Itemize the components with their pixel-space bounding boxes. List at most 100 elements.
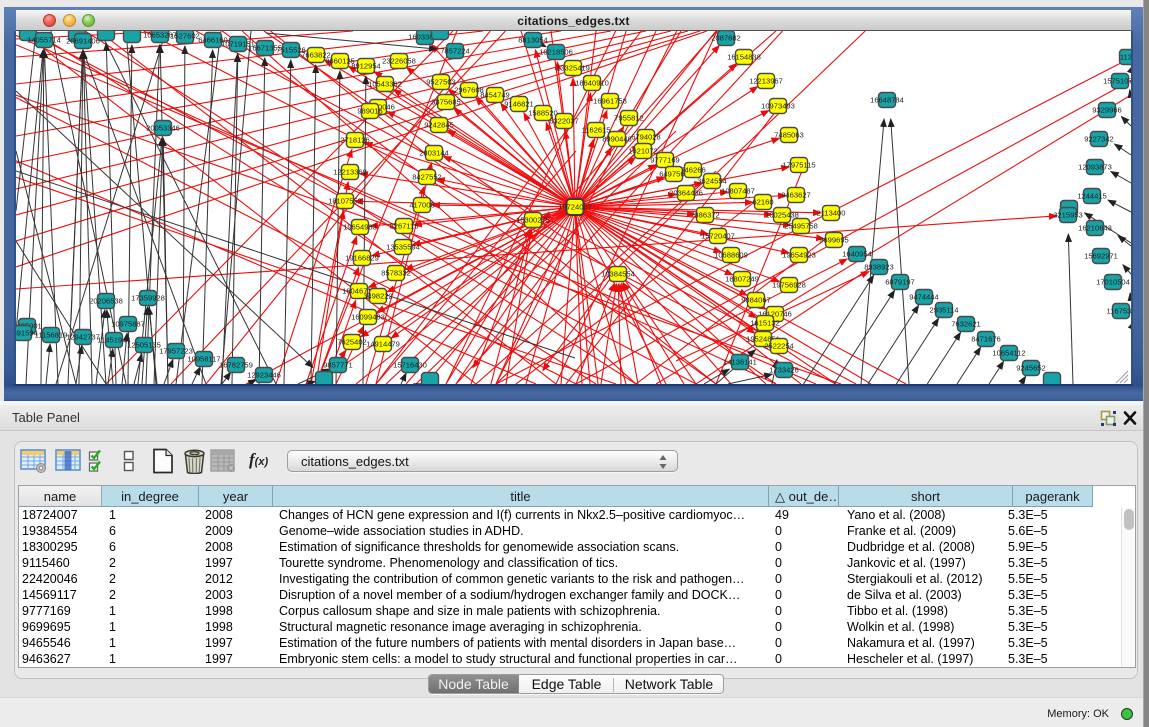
svg-text:9777169: 9777169 (650, 156, 680, 165)
svg-text:1132: 1132 (1120, 53, 1131, 62)
svg-text:9463627: 9463627 (781, 191, 811, 200)
svg-text:1527602: 1527602 (170, 32, 200, 41)
svg-text:17010504: 17010504 (1096, 278, 1130, 287)
svg-text:10654112: 10654112 (992, 349, 1025, 358)
svg-text:15692971: 15692971 (1084, 252, 1118, 261)
svg-text:1244415: 1244415 (1077, 192, 1107, 201)
svg-text:11156819: 11156819 (35, 331, 68, 340)
svg-text:417006: 417006 (409, 201, 434, 210)
svg-text:16961758: 16961758 (593, 97, 627, 106)
svg-text:16648784: 16648784 (870, 96, 904, 105)
svg-text:16154838: 16154838 (727, 53, 761, 62)
svg-text:8578332: 8578332 (381, 269, 411, 278)
svg-text:3498222: 3498222 (363, 292, 393, 301)
svg-text:14914479: 14914479 (366, 340, 400, 349)
svg-text:9242845: 9242845 (424, 121, 454, 130)
svg-text:9474444: 9474444 (909, 293, 939, 302)
svg-text:13535594: 13535594 (386, 243, 420, 252)
svg-text:8454749: 8454749 (480, 91, 510, 100)
svg-text:746266: 746266 (680, 166, 705, 175)
svg-text:9146821: 9146821 (504, 100, 534, 109)
svg-text:1162615: 1162615 (582, 126, 611, 135)
svg-text:6879197: 6879197 (885, 278, 915, 287)
svg-text:18724007: 18724007 (558, 203, 592, 212)
svg-text:10543362: 10543362 (368, 80, 402, 89)
svg-text:20364436: 20364436 (669, 189, 703, 198)
svg-text:18807249: 18807249 (725, 275, 759, 284)
svg-text:2718126: 2718126 (340, 136, 370, 145)
svg-text:9857771: 9857771 (323, 361, 353, 370)
svg-text:8322037: 8322037 (549, 117, 579, 126)
svg-text:14136141: 14136141 (723, 358, 757, 367)
svg-text:62160: 62160 (752, 198, 773, 207)
svg-text:10973493: 10973493 (761, 102, 795, 111)
svg-text:10688609: 10688609 (714, 251, 748, 260)
svg-text:19654983: 19654983 (343, 223, 377, 232)
svg-text:7485063: 7485063 (774, 131, 804, 140)
svg-text:10958117: 10958117 (187, 355, 220, 364)
svg-text:8267115: 8267115 (390, 222, 419, 231)
svg-text:17359928: 17359928 (131, 294, 165, 303)
svg-text:16099483: 16099483 (351, 313, 385, 322)
svg-text:10807487: 10807487 (721, 187, 755, 196)
svg-text:8938923: 8938923 (864, 263, 894, 272)
svg-text:10975887: 10975887 (111, 320, 145, 329)
svg-text:8813054: 8813054 (518, 36, 548, 45)
svg-text:7386372: 7386372 (690, 211, 720, 220)
svg-text:12213967: 12213967 (749, 77, 783, 86)
svg-text:1640954: 1640954 (842, 250, 872, 259)
svg-text:15716430: 15716430 (393, 361, 427, 370)
svg-text:1615132: 1615132 (750, 319, 780, 328)
svg-text:8427552: 8427552 (412, 173, 442, 182)
svg-text:1733426: 1733426 (769, 366, 799, 375)
svg-text:8990448: 8990448 (602, 135, 632, 144)
svg-text:989016: 989016 (357, 107, 382, 116)
svg-text:15720407: 15720407 (701, 232, 735, 241)
svg-text:2803144: 2803144 (419, 149, 449, 158)
svg-text:25495758: 25495758 (784, 222, 818, 231)
svg-text:7625402: 7625402 (337, 338, 367, 347)
svg-text:9084067: 9084067 (741, 296, 771, 305)
svg-text:2087682: 2087682 (711, 34, 741, 43)
svg-text:2113400: 2113400 (817, 209, 846, 218)
svg-text:15300275: 15300275 (516, 216, 550, 225)
svg-text:19166829: 19166829 (345, 254, 379, 263)
svg-text:12942737: 12942737 (66, 333, 100, 342)
svg-text:11451944: 11451944 (97, 336, 130, 345)
svg-text:20053346: 20053346 (146, 124, 180, 133)
svg-text:19756928: 19756928 (772, 281, 806, 290)
svg-text:6794028: 6794028 (631, 133, 661, 142)
svg-text:20206538: 20206538 (89, 297, 123, 306)
svg-text:12505135: 12505135 (127, 341, 161, 350)
svg-text:18107552: 18107552 (328, 197, 362, 206)
svg-text:3875685: 3875685 (431, 98, 461, 107)
svg-text:9245652: 9245652 (1016, 364, 1046, 373)
svg-text:9329966: 9329966 (1092, 106, 1122, 115)
svg-text:14055714: 14055714 (27, 36, 61, 45)
svg-text:7857224: 7857224 (440, 47, 470, 56)
svg-text:12093873: 12093873 (1078, 163, 1112, 172)
svg-text:18640910: 18640910 (575, 79, 609, 88)
svg-text:10025438: 10025438 (765, 211, 799, 220)
svg-text:2522254: 2522254 (764, 342, 794, 351)
svg-text:15751074: 15751074 (1103, 77, 1131, 86)
svg-text:1167533: 1167533 (1107, 307, 1132, 316)
svg-text:7955812: 7955812 (614, 114, 644, 123)
svg-text:7632621: 7632621 (951, 320, 981, 329)
svg-text:12923446: 12923446 (247, 371, 281, 380)
svg-text:9699695: 9699695 (819, 236, 849, 245)
svg-text:19218506: 19218506 (539, 48, 573, 57)
svg-text:3215953: 3215953 (1053, 211, 1083, 220)
svg-text:12213369: 12213369 (333, 168, 367, 177)
svg-text:2935114: 2935114 (930, 306, 959, 315)
svg-text:9227342: 9227342 (1084, 135, 1114, 144)
svg-text:19384554: 19384554 (601, 270, 635, 279)
svg-text:20691406: 20691406 (66, 37, 100, 46)
svg-text:8471676: 8471676 (971, 335, 1001, 344)
svg-text:16210643: 16210643 (1078, 224, 1112, 233)
svg-text:19654923: 19654923 (782, 251, 816, 260)
svg-text:17975115: 17975115 (782, 161, 815, 170)
svg-text:8912954: 8912954 (351, 62, 381, 71)
svg-text:16782759: 16782759 (219, 361, 253, 370)
svg-text:13325419: 13325419 (556, 64, 590, 73)
